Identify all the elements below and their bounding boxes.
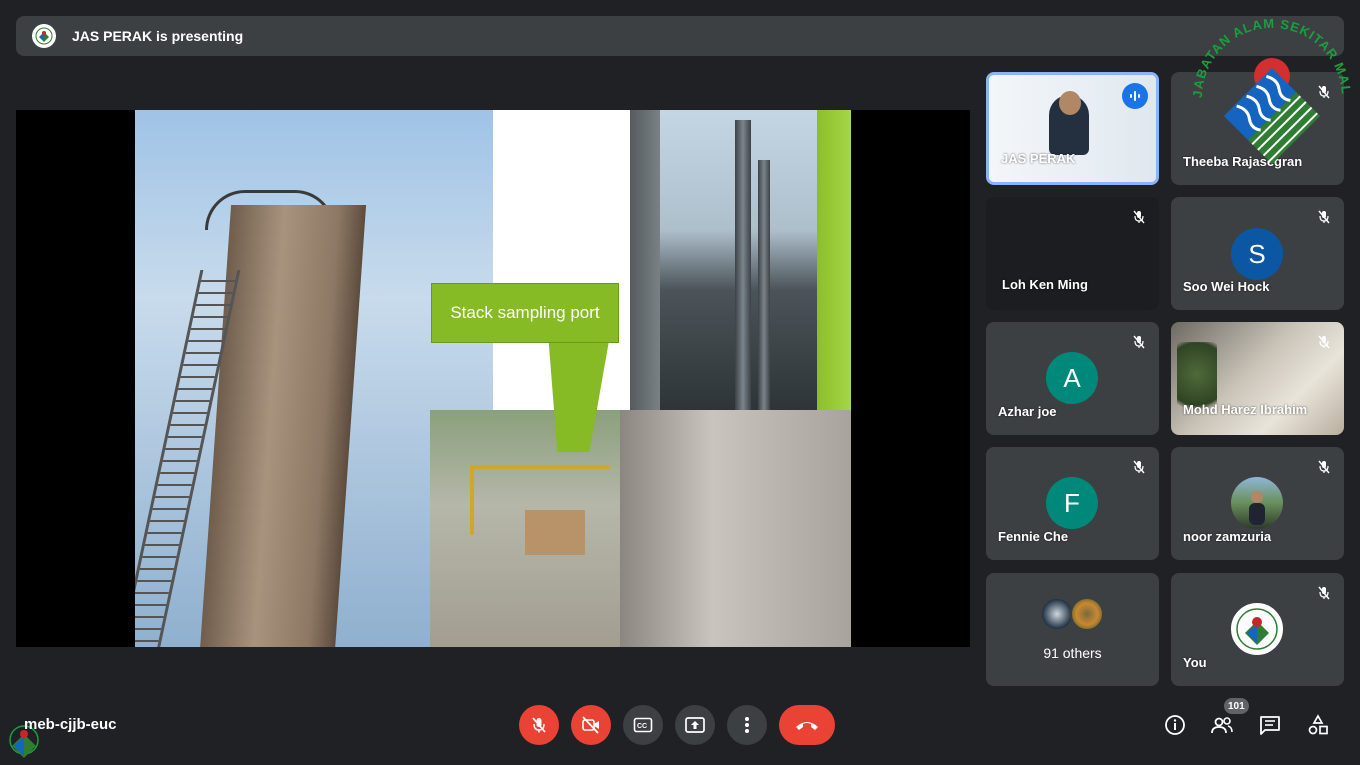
presenter-avatar xyxy=(32,24,56,48)
participant-tile[interactable]: JAS PERAK xyxy=(986,72,1159,185)
shared-screen[interactable]: Stack sampling port xyxy=(16,110,970,647)
chat-button[interactable] xyxy=(1258,713,1282,737)
callout-label: Stack sampling port xyxy=(431,283,619,343)
captions-icon: CC xyxy=(633,717,653,733)
participant-tile[interactable]: noor zamzuria xyxy=(1171,447,1344,560)
person-photo-icon xyxy=(1249,491,1265,525)
presenting-label: JAS PERAK is presenting xyxy=(72,28,244,44)
self-tile[interactable]: You xyxy=(1171,573,1344,686)
captions-button[interactable]: CC xyxy=(623,705,663,745)
participant-tile[interactable]: S Soo Wei Hock xyxy=(1171,197,1344,310)
presenter-head xyxy=(1059,91,1081,115)
meeting-code: meb-cjjb-euc xyxy=(24,716,117,733)
mic-off-icon xyxy=(1316,334,1332,350)
mic-off-icon xyxy=(1316,459,1332,475)
meeting-details-button[interactable] xyxy=(1163,713,1187,737)
participant-name: Fennie Che xyxy=(998,529,1069,544)
factory-stack xyxy=(735,120,751,410)
factory-stack xyxy=(630,110,660,410)
participant-name: Loh Ken Ming xyxy=(1002,277,1088,292)
self-avatar xyxy=(1231,603,1283,655)
participant-tile[interactable]: A Azhar joe xyxy=(986,322,1159,435)
tank-wall xyxy=(620,410,851,647)
more-options-button[interactable] xyxy=(727,705,767,745)
participant-count-badge: 101 xyxy=(1224,698,1249,714)
camera-toggle-button[interactable] xyxy=(571,705,611,745)
participant-name: JAS PERAK xyxy=(1001,151,1076,166)
jas-watermark-logo: JABATAN ALAM SEKITAR MALAYSIA xyxy=(1188,8,1353,165)
mic-off-icon xyxy=(1131,459,1147,475)
jas-logo-icon xyxy=(1236,608,1278,650)
others-count: 91 others xyxy=(1043,645,1102,661)
others-avatar xyxy=(1070,597,1104,631)
participant-name: Mohd Harez Ibrahim xyxy=(1183,402,1308,417)
participant-name: Azhar joe xyxy=(998,404,1057,419)
participant-name: noor zamzuria xyxy=(1183,529,1272,544)
mic-off-icon xyxy=(532,717,546,733)
factory-stack xyxy=(758,160,770,410)
equipment-box xyxy=(525,510,585,555)
activities-button[interactable] xyxy=(1306,713,1330,737)
participant-tile[interactable]: Mohd Harez Ibrahim xyxy=(1171,322,1344,435)
participant-tile[interactable]: Loh Ken Ming xyxy=(986,197,1159,310)
presenting-banner: JAS PERAK is presenting xyxy=(16,16,1344,56)
mic-off-icon xyxy=(1131,209,1147,225)
leave-call-button[interactable] xyxy=(779,705,835,745)
chat-icon xyxy=(1260,716,1280,735)
sampling-port-photo xyxy=(430,410,851,647)
others-tile[interactable]: 91 others xyxy=(986,573,1159,686)
others-avatar xyxy=(1040,597,1074,631)
present-screen-button[interactable] xyxy=(675,705,715,745)
participant-name: You xyxy=(1183,655,1207,670)
mic-off-icon xyxy=(1316,209,1332,225)
microphone-toggle-button[interactable] xyxy=(519,705,559,745)
people-icon xyxy=(1211,717,1233,734)
participant-name: Soo Wei Hock xyxy=(1183,279,1270,294)
present-screen-icon xyxy=(685,717,705,733)
mic-off-icon xyxy=(1131,334,1147,350)
speaking-indicator-icon xyxy=(1122,83,1148,109)
slide-accent-strip xyxy=(817,110,851,410)
svg-text:CC: CC xyxy=(637,723,647,730)
participant-avatar: F xyxy=(1046,477,1098,529)
participant-avatar: A xyxy=(1046,352,1098,404)
slide: Stack sampling port xyxy=(135,110,851,647)
participant-avatar: S xyxy=(1231,228,1283,280)
mic-off-icon xyxy=(1316,585,1332,601)
factory-photo xyxy=(630,110,817,410)
info-icon xyxy=(1165,715,1185,735)
participant-avatar xyxy=(1231,477,1283,529)
participant-tile[interactable]: F Fennie Che xyxy=(986,447,1159,560)
more-vert-icon xyxy=(745,717,749,733)
jas-logo-icon xyxy=(35,27,53,45)
camera-off-icon xyxy=(582,716,599,734)
activities-icon xyxy=(1308,714,1328,735)
hang-up-icon xyxy=(796,722,818,730)
people-button[interactable] xyxy=(1210,713,1234,737)
